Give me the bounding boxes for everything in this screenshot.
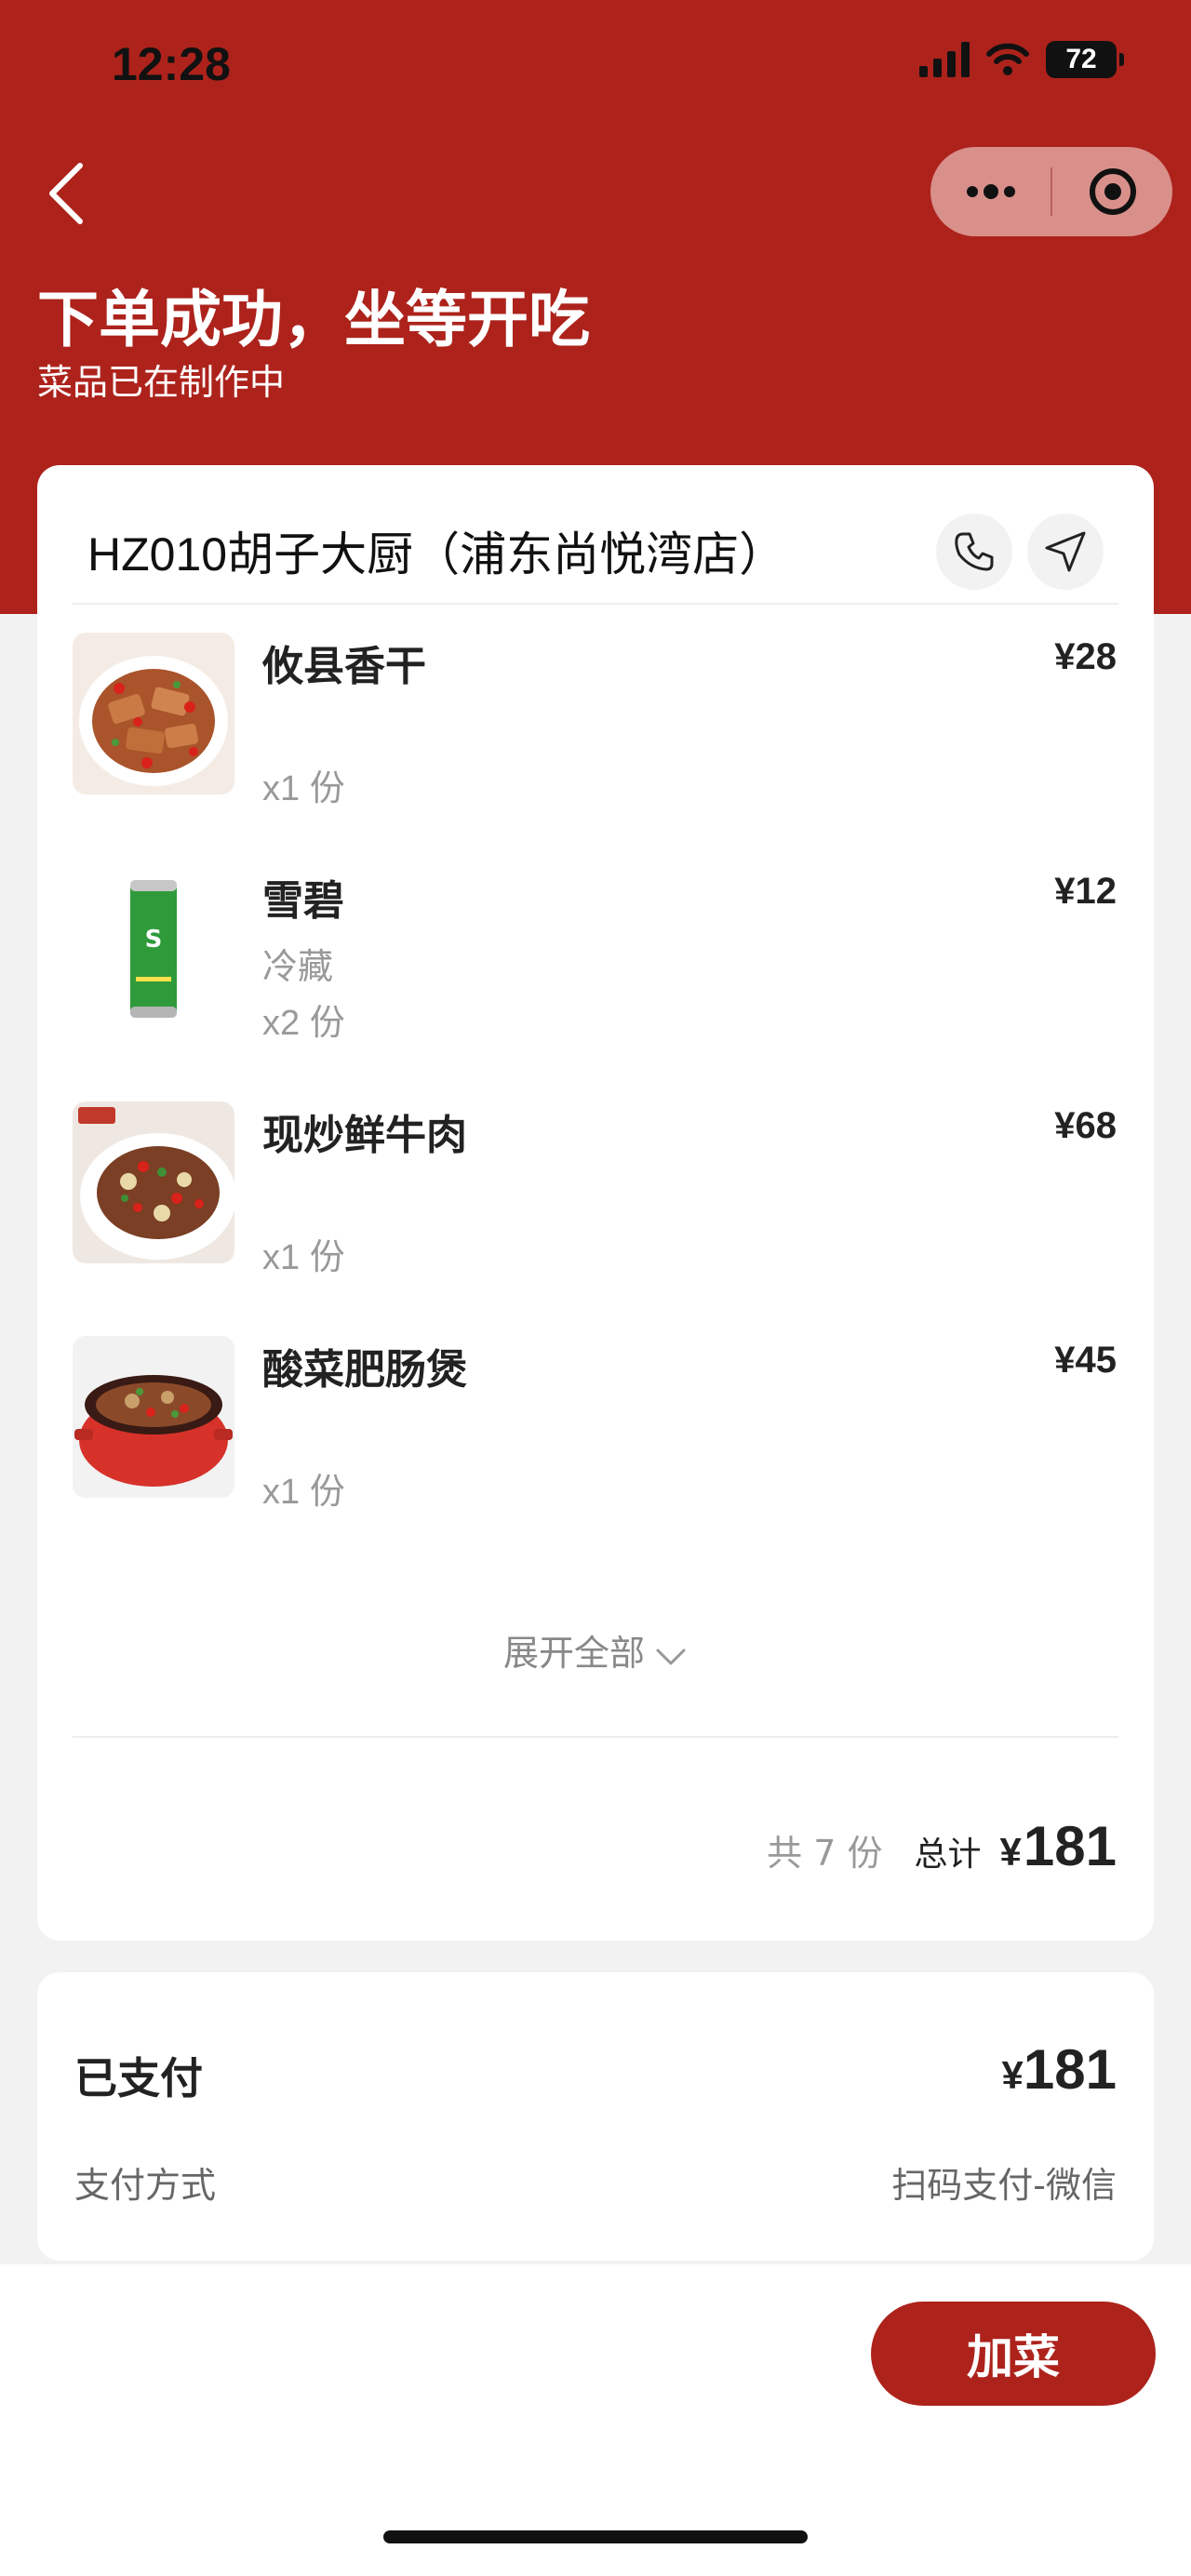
dish-name: 酸菜肥肠煲 xyxy=(262,1346,467,1394)
dish-price: ¥45 xyxy=(1054,1340,1117,1381)
store-header: HZ010胡子大厨（浦东尚悦湾店） xyxy=(37,465,1154,605)
paid-value: 181 xyxy=(1023,2038,1117,2101)
currency-symbol: ¥ xyxy=(999,1830,1022,1874)
navigation-arrow-icon xyxy=(1045,531,1086,572)
dish-name: 攸县香干 xyxy=(262,643,426,690)
total-label: 总计 xyxy=(914,1835,982,1874)
paid-amount: ¥181 xyxy=(1002,2037,1117,2102)
page-title: 下单成功，坐等开吃 xyxy=(37,284,590,355)
payment-card: 已支付 ¥181 支付方式 扫码支付-微信 xyxy=(37,1972,1154,2261)
wifi-icon xyxy=(986,43,1029,75)
back-button[interactable] xyxy=(41,156,97,231)
payment-method-label: 支付方式 xyxy=(74,2165,217,2206)
dish-image xyxy=(73,1336,234,1498)
dish-image xyxy=(73,1101,234,1263)
svg-text:S: S xyxy=(145,926,163,954)
status-time: 12:28 xyxy=(112,38,231,90)
dish-price: ¥28 xyxy=(1054,636,1117,677)
store-name: HZ010胡子大厨（浦东尚悦湾店） xyxy=(87,528,786,581)
dish-quantity: x1 份 xyxy=(262,769,345,808)
dish-name: 现炒鲜牛肉 xyxy=(262,1112,467,1159)
total-amount: ¥181 xyxy=(1000,1814,1117,1878)
item-count: 共 7 份 xyxy=(767,1833,883,1874)
dish-price: ¥12 xyxy=(1054,871,1117,912)
dish-image xyxy=(73,633,234,794)
dish-quantity: x2 份 xyxy=(262,1004,345,1043)
bottom-action-bar: 加菜 xyxy=(0,2264,1191,2576)
payment-method-value: 扫码支付-微信 xyxy=(891,2165,1117,2206)
dish-quantity: x1 份 xyxy=(262,1238,345,1277)
order-item: S 雪碧 冷藏 x2 份 ¥12 xyxy=(37,867,1154,1081)
target-icon xyxy=(1089,168,1136,215)
total-value: 181 xyxy=(1023,1815,1117,1877)
order-item: 攸县香干 x1 份 ¥28 xyxy=(37,633,1154,847)
chevron-down-icon xyxy=(654,1635,688,1676)
order-card: HZ010胡子大厨（浦东尚悦湾店） 攸县香干 x1 份 ¥28 S 雪碧 冷藏 … xyxy=(37,465,1154,1941)
more-button[interactable] xyxy=(930,147,1050,236)
battery-icon: 72 xyxy=(1046,41,1124,78)
phone-icon xyxy=(955,532,994,571)
divider xyxy=(73,1736,1118,1738)
close-mini-program-button[interactable] xyxy=(1052,147,1172,236)
drink-image: S xyxy=(73,867,234,1029)
dish-quantity: x1 份 xyxy=(262,1473,345,1512)
payment-status: 已支付 xyxy=(74,2053,203,2103)
call-button[interactable] xyxy=(936,514,1012,590)
order-total: 共 7 份 总计 ¥181 xyxy=(767,1814,1117,1878)
chevron-left-icon xyxy=(49,163,83,224)
home-indicator xyxy=(383,2530,808,2543)
page-subtitle: 菜品已在制作中 xyxy=(37,362,286,403)
signal-icon xyxy=(919,42,970,77)
order-item: 酸菜肥肠煲 x1 份 ¥45 xyxy=(37,1336,1154,1550)
currency-symbol: ¥ xyxy=(1001,2053,1024,2097)
status-icons: 72 xyxy=(919,41,1124,78)
dish-price: ¥68 xyxy=(1054,1105,1117,1146)
dish-spec: 冷藏 xyxy=(262,946,334,987)
dish-name: 雪碧 xyxy=(262,877,344,925)
add-dish-button[interactable]: 加菜 xyxy=(871,2302,1156,2406)
mini-program-capsule xyxy=(930,147,1172,236)
navigate-button[interactable] xyxy=(1027,514,1104,590)
order-item: 现炒鲜牛肉 x1 份 ¥68 xyxy=(37,1101,1154,1315)
divider xyxy=(73,603,1118,605)
more-dots-icon xyxy=(966,184,1015,199)
expand-all-button[interactable]: 展开全部 xyxy=(37,1624,1154,1676)
expand-all-label: 展开全部 xyxy=(502,1633,645,1674)
